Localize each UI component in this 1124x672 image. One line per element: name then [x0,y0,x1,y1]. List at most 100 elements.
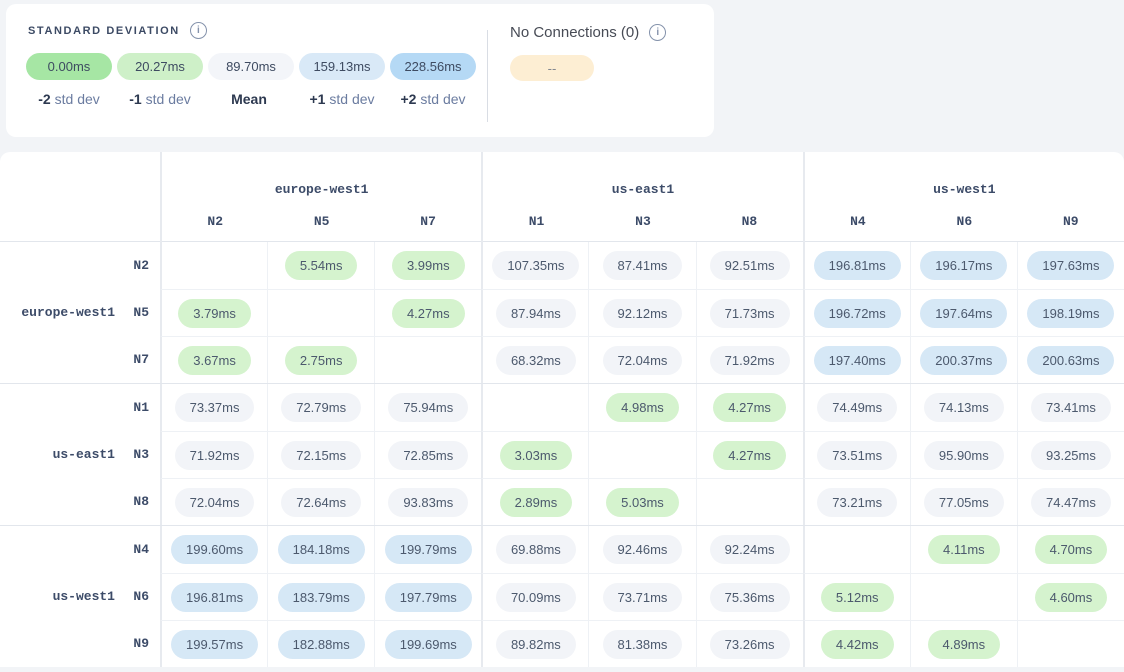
latency-chip[interactable]: 3.79ms [178,299,251,328]
latency-cell[interactable]: 93.83ms [374,478,481,525]
latency-cell[interactable]: 75.36ms [696,573,803,620]
latency-chip[interactable]: 89.82ms [496,630,576,659]
latency-cell[interactable]: 73.71ms [588,573,695,620]
latency-cell[interactable]: 5.54ms [267,242,374,289]
latency-cell[interactable]: 196.72ms [803,289,910,336]
latency-chip[interactable]: 4.42ms [821,630,894,659]
latency-cell[interactable]: 73.21ms [803,478,910,525]
latency-chip[interactable]: 4.98ms [606,393,679,422]
latency-cell[interactable]: 74.49ms [803,384,910,431]
latency-cell[interactable]: 198.19ms [1017,289,1124,336]
latency-cell[interactable]: 68.32ms [481,336,588,383]
latency-chip[interactable]: 4.27ms [713,393,786,422]
latency-cell[interactable]: 71.73ms [696,289,803,336]
info-icon[interactable]: i [190,22,207,39]
latency-cell[interactable]: 69.88ms [481,526,588,573]
latency-chip[interactable]: 197.79ms [385,583,472,612]
latency-cell[interactable]: 87.41ms [588,242,695,289]
latency-chip[interactable]: 77.05ms [924,488,1004,517]
latency-cell[interactable]: 92.46ms [588,526,695,573]
latency-cell[interactable]: 72.04ms [160,478,267,525]
latency-chip[interactable]: 93.25ms [1031,441,1111,470]
latency-chip[interactable]: 5.12ms [821,583,894,612]
latency-cell[interactable]: 199.79ms [374,526,481,573]
latency-chip[interactable]: 196.81ms [814,251,901,280]
latency-cell[interactable]: 95.90ms [910,431,1017,478]
latency-chip[interactable]: 199.60ms [171,535,258,564]
latency-chip[interactable]: 4.70ms [1035,535,1108,564]
latency-cell[interactable]: 72.04ms [588,336,695,383]
latency-chip[interactable]: 182.88ms [278,630,365,659]
latency-cell[interactable]: 4.70ms [1017,526,1124,573]
info-icon[interactable]: i [649,24,666,41]
latency-cell[interactable]: 4.42ms [803,620,910,667]
latency-chip[interactable]: 68.32ms [496,346,576,375]
latency-cell[interactable]: 196.81ms [160,573,267,620]
latency-cell[interactable]: 199.69ms [374,620,481,667]
latency-chip[interactable]: 73.41ms [1031,393,1111,422]
latency-cell[interactable]: 199.57ms [160,620,267,667]
latency-cell[interactable]: 197.63ms [1017,242,1124,289]
latency-chip[interactable]: 73.71ms [603,583,683,612]
latency-cell[interactable]: 72.79ms [267,384,374,431]
latency-cell[interactable]: 2.89ms [481,478,588,525]
latency-chip[interactable]: 72.04ms [603,346,683,375]
latency-chip[interactable]: 72.15ms [281,441,361,470]
latency-chip[interactable]: 72.64ms [281,488,361,517]
latency-cell[interactable]: 196.81ms [803,242,910,289]
latency-cell[interactable]: 107.35ms [481,242,588,289]
latency-chip[interactable]: 71.92ms [175,441,255,470]
latency-chip[interactable]: 4.27ms [713,441,786,470]
latency-cell[interactable]: 4.11ms [910,526,1017,573]
latency-chip[interactable]: 75.94ms [388,393,468,422]
latency-cell[interactable]: 184.18ms [267,526,374,573]
latency-chip[interactable]: 196.81ms [171,583,258,612]
latency-cell[interactable]: 73.37ms [160,384,267,431]
latency-cell[interactable]: 92.12ms [588,289,695,336]
latency-cell[interactable]: 75.94ms [374,384,481,431]
latency-cell[interactable]: 197.64ms [910,289,1017,336]
latency-cell[interactable]: 3.67ms [160,336,267,383]
latency-chip[interactable]: 93.83ms [388,488,468,517]
latency-chip[interactable]: 199.57ms [171,630,258,659]
latency-cell[interactable]: 74.13ms [910,384,1017,431]
latency-cell[interactable]: 93.25ms [1017,431,1124,478]
latency-cell[interactable]: 73.41ms [1017,384,1124,431]
latency-cell[interactable]: 81.38ms [588,620,695,667]
latency-chip[interactable]: 196.72ms [814,299,901,328]
latency-chip[interactable]: 72.04ms [175,488,255,517]
latency-chip[interactable]: 72.79ms [281,393,361,422]
latency-chip[interactable]: 3.67ms [178,346,251,375]
latency-chip[interactable]: 71.92ms [710,346,790,375]
latency-chip[interactable]: 197.63ms [1027,251,1114,280]
latency-cell[interactable]: 5.12ms [803,573,910,620]
latency-cell[interactable]: 72.64ms [267,478,374,525]
latency-chip[interactable]: 75.36ms [710,583,790,612]
latency-cell[interactable]: 196.17ms [910,242,1017,289]
latency-cell[interactable]: 4.27ms [696,431,803,478]
latency-cell[interactable]: 71.92ms [696,336,803,383]
latency-chip[interactable]: 71.73ms [710,299,790,328]
latency-cell[interactable]: 4.60ms [1017,573,1124,620]
latency-cell[interactable]: 3.79ms [160,289,267,336]
latency-chip[interactable]: 5.03ms [606,488,679,517]
latency-cell[interactable]: 92.51ms [696,242,803,289]
latency-chip[interactable]: 199.79ms [385,535,472,564]
latency-chip[interactable]: 3.03ms [500,441,573,470]
latency-chip[interactable]: 197.64ms [920,299,1007,328]
latency-chip[interactable]: 4.11ms [928,535,1000,564]
latency-chip[interactable]: 197.40ms [814,346,901,375]
latency-chip[interactable]: 69.88ms [496,535,576,564]
latency-cell[interactable]: 92.24ms [696,526,803,573]
latency-cell[interactable]: 4.27ms [374,289,481,336]
latency-chip[interactable]: 184.18ms [278,535,365,564]
latency-chip[interactable]: 74.47ms [1031,488,1111,517]
latency-chip[interactable]: 4.27ms [392,299,465,328]
latency-cell[interactable]: 74.47ms [1017,478,1124,525]
latency-cell[interactable]: 5.03ms [588,478,695,525]
latency-chip[interactable]: 87.94ms [496,299,576,328]
latency-chip[interactable]: 107.35ms [492,251,579,280]
latency-cell[interactable]: 71.92ms [160,431,267,478]
latency-cell[interactable]: 72.15ms [267,431,374,478]
latency-chip[interactable]: 92.12ms [603,299,683,328]
